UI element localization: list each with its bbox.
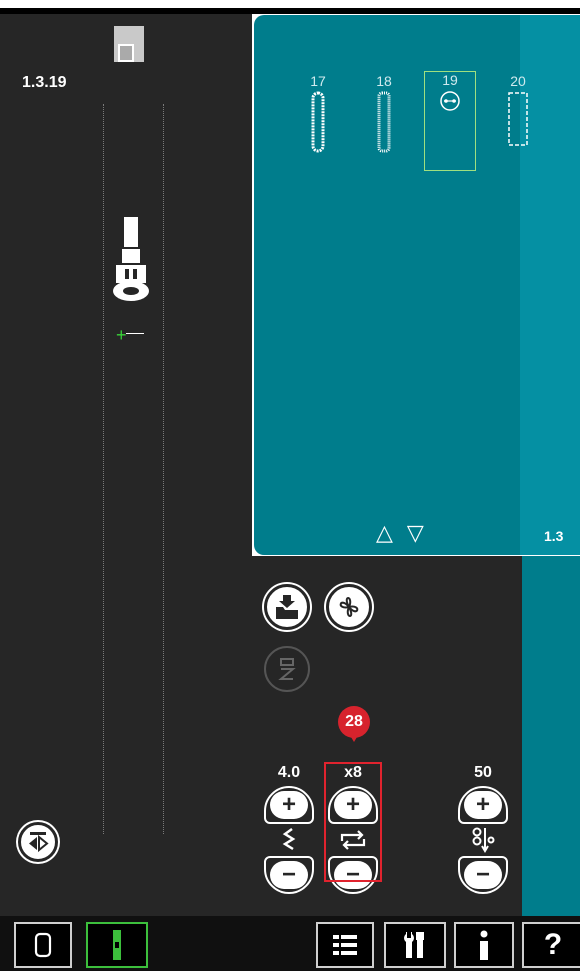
stitch-path-label: 1.3.19 bbox=[22, 74, 67, 91]
stitch-program-button[interactable] bbox=[326, 584, 372, 630]
scroll-down-button[interactable]: ▽ bbox=[407, 520, 438, 545]
tension-value: 50 bbox=[474, 764, 492, 781]
stitch-width-plus-button[interactable]: + bbox=[264, 786, 314, 824]
sewing-mode-button[interactable] bbox=[86, 922, 148, 968]
stitch-settings-panel: 4.0 x8 50 + − + − + − bbox=[252, 556, 522, 916]
tools-icon bbox=[404, 932, 424, 958]
hoop-icon bbox=[34, 932, 52, 958]
stitch-program-icon bbox=[339, 597, 359, 617]
stitch-width-minus-button[interactable]: − bbox=[264, 856, 314, 894]
stitch-width-icon bbox=[264, 824, 314, 856]
mirror-icon bbox=[29, 832, 49, 853]
stitch-20[interactable]: 20 bbox=[492, 73, 544, 150]
tension-plus-button[interactable]: + bbox=[458, 786, 508, 824]
minus-label: − bbox=[270, 861, 308, 889]
list-icon bbox=[333, 934, 357, 956]
buttonhole-satin-icon bbox=[377, 91, 391, 153]
stitch-width-control: + − bbox=[262, 786, 316, 896]
stitch-preview-area[interactable]: 1.3.19 + bbox=[0, 14, 252, 916]
tapering-icon bbox=[278, 658, 296, 680]
info-button[interactable] bbox=[454, 922, 514, 968]
right-guide-line bbox=[163, 104, 164, 834]
plus-label: + bbox=[464, 791, 502, 819]
bottom-toolbar: ? bbox=[0, 916, 580, 971]
question-icon: ? bbox=[543, 928, 563, 961]
preview-zoom-icon[interactable] bbox=[114, 26, 144, 62]
tapering-button[interactable] bbox=[264, 646, 310, 692]
needle-position-marker: + bbox=[116, 325, 127, 345]
presser-foot-icon bbox=[113, 930, 121, 960]
scroll-arrows: △▽ bbox=[376, 520, 438, 546]
buttonhole-round-icon bbox=[311, 91, 325, 153]
embroidery-mode-button[interactable] bbox=[14, 922, 72, 968]
settings-menu-button[interactable] bbox=[384, 922, 446, 968]
tension-minus-button[interactable]: − bbox=[458, 856, 508, 894]
needle-position-line bbox=[126, 333, 144, 334]
stitch-menu: 17 18 19 20 bbox=[254, 15, 580, 555]
folder-load-icon bbox=[276, 595, 298, 619]
tension-control: + − bbox=[456, 786, 510, 896]
thread-tension-icon bbox=[458, 824, 508, 856]
top-margin bbox=[0, 0, 580, 8]
scroll-up-button[interactable]: △ bbox=[376, 520, 407, 545]
load-design-button[interactable] bbox=[264, 584, 310, 630]
sewing-screen: 1.3.19 + 17 18 19 20 △▽ 1.3 4.0 x8 50 + … bbox=[0, 0, 580, 971]
stitch-19[interactable]: 19 bbox=[424, 71, 476, 171]
left-guide-line bbox=[103, 104, 104, 834]
info-icon bbox=[480, 930, 488, 960]
stitch-17[interactable]: 17 bbox=[292, 73, 344, 156]
mirror-side-to-side-button[interactable] bbox=[18, 822, 58, 862]
button-sew-on-icon bbox=[440, 91, 460, 111]
plus-label: + bbox=[270, 791, 308, 819]
repeat-highlight-box bbox=[324, 762, 382, 882]
selection-menu-button[interactable] bbox=[316, 922, 374, 968]
buttonhole-outline-icon bbox=[508, 92, 528, 146]
stitch-number: 17 bbox=[310, 73, 326, 89]
stitch-menu-number: 1.3 bbox=[544, 528, 564, 544]
minus-label: − bbox=[464, 861, 502, 889]
presser-foot-icon bbox=[113, 217, 149, 301]
stitch-number: 20 bbox=[510, 73, 526, 89]
stitch-number: 19 bbox=[442, 72, 458, 88]
stitch-18[interactable]: 18 bbox=[358, 73, 410, 156]
stitch-width-value: 4.0 bbox=[277, 764, 301, 781]
stitch-number: 18 bbox=[376, 73, 392, 89]
annotation-pin: 28 bbox=[338, 706, 370, 742]
stitch-options-sidebar bbox=[522, 556, 580, 916]
help-button[interactable]: ? bbox=[522, 922, 580, 968]
